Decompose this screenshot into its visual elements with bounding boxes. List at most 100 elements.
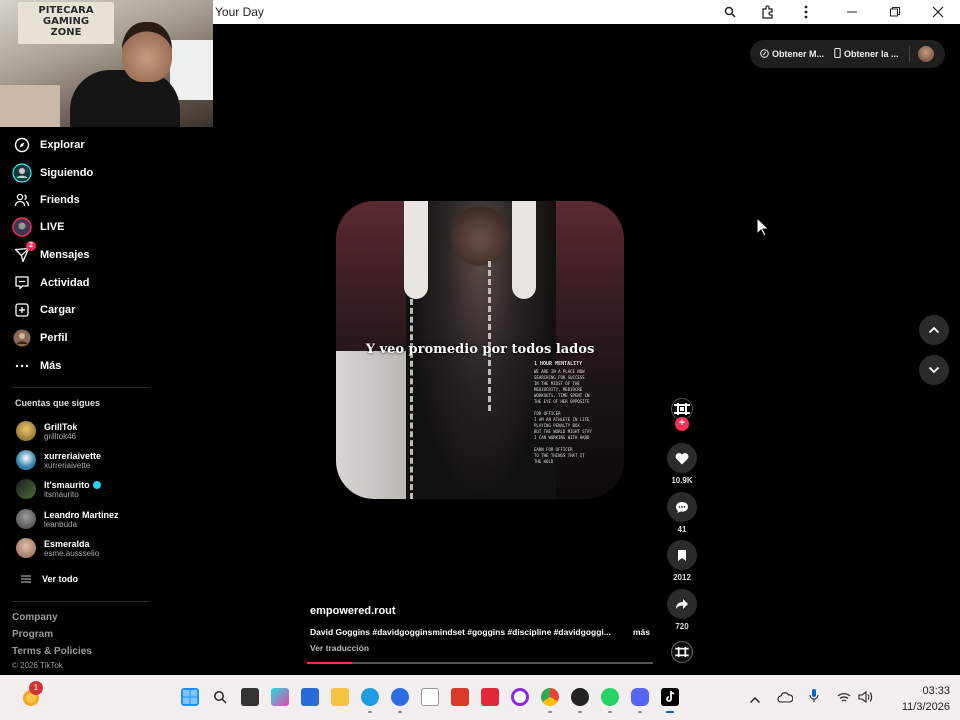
avatar bbox=[16, 509, 36, 529]
wps-icon[interactable] bbox=[481, 688, 499, 706]
store-icon[interactable] bbox=[301, 688, 319, 706]
restore-icon[interactable] bbox=[884, 2, 906, 22]
wifi-icon[interactable] bbox=[837, 690, 851, 708]
share-action[interactable]: 720 bbox=[667, 589, 697, 631]
verified-badge-icon bbox=[92, 480, 101, 489]
follow-button[interactable]: + bbox=[675, 417, 689, 431]
live-icon bbox=[12, 217, 32, 237]
video-poster-title: 1 HOUR MENTALITY bbox=[534, 361, 583, 367]
see-all-button[interactable]: Ver todo bbox=[16, 567, 78, 591]
followed-account[interactable]: xurreriaivette xurreriaivette bbox=[16, 448, 101, 472]
video-author[interactable]: empowered.rout bbox=[310, 605, 396, 617]
close-icon[interactable] bbox=[927, 2, 949, 22]
following-icon bbox=[12, 163, 32, 183]
microphone-icon[interactable] bbox=[809, 688, 819, 708]
more-button[interactable]: más bbox=[633, 627, 650, 637]
sidebar-item-mas[interactable]: Más bbox=[12, 355, 61, 377]
tiktok-icon[interactable] bbox=[661, 688, 679, 706]
chrome-icon[interactable] bbox=[541, 688, 559, 706]
video-caption: Y veo promedio por todos lados bbox=[365, 342, 595, 357]
notepad-icon[interactable] bbox=[421, 688, 439, 706]
sidebar-item-siguiendo[interactable]: Siguiendo bbox=[12, 162, 93, 184]
webcam-person bbox=[60, 22, 180, 127]
extensions-icon[interactable] bbox=[757, 2, 779, 22]
copyright: © 2026 TikTok bbox=[12, 661, 63, 670]
bookmark-icon[interactable] bbox=[667, 540, 697, 570]
sidebar-item-label: Perfil bbox=[40, 332, 68, 344]
list-icon bbox=[16, 575, 36, 583]
video-chain-right bbox=[488, 261, 498, 411]
sidebar-item-label: Explorar bbox=[40, 139, 85, 151]
webcam-overlay: PITECARA GAMING ZONE bbox=[0, 0, 213, 127]
get-app-button[interactable]: Obtener la ... bbox=[834, 48, 899, 60]
share-icon[interactable] bbox=[667, 589, 697, 619]
footer-link-terms[interactable]: Terms & Policies bbox=[12, 646, 92, 657]
zoom-app-icon[interactable] bbox=[391, 688, 409, 706]
account-name: xurreriaivette bbox=[44, 450, 102, 461]
sidebar-item-mensajes[interactable]: 2 Mensajes bbox=[12, 241, 90, 266]
search-icon[interactable] bbox=[211, 688, 229, 706]
video-poster-lines: WE ARE IN A PLACE NOW SEARCHING FOR SUCCE… bbox=[534, 369, 612, 465]
get-coins-button[interactable]: Obtener M... bbox=[760, 48, 825, 60]
start-icon[interactable] bbox=[181, 688, 199, 706]
app-red-icon[interactable] bbox=[451, 688, 469, 706]
video-description: David Goggins #davidgogginsmindset #gogg… bbox=[310, 627, 650, 637]
file-explorer-icon[interactable] bbox=[331, 688, 349, 706]
like-count: 10.9K bbox=[671, 476, 693, 485]
sidebar-item-cargar[interactable]: Cargar bbox=[12, 299, 75, 321]
footer-link-program[interactable]: Program bbox=[12, 629, 53, 640]
sound-disc-icon[interactable] bbox=[671, 641, 693, 663]
get-coins-label: Obtener M... bbox=[772, 49, 825, 59]
messages-badge: 2 bbox=[26, 241, 36, 251]
like-action[interactable]: 10.9K bbox=[667, 443, 697, 485]
followed-account[interactable]: It'smaurito itsmaurito bbox=[16, 477, 101, 501]
video-chain-left bbox=[410, 299, 420, 499]
coin-icon bbox=[760, 48, 769, 60]
sidebar-item-label: Friends bbox=[40, 194, 80, 206]
kebab-menu-icon[interactable] bbox=[795, 2, 817, 22]
sidebar-item-perfil[interactable]: Perfil bbox=[12, 327, 68, 349]
sidebar-item-explorar[interactable]: Explorar bbox=[12, 134, 85, 156]
followed-account[interactable]: Esmeralda esme.aussselio bbox=[16, 536, 99, 560]
sidebar-item-friends[interactable]: Friends bbox=[12, 189, 80, 211]
minimize-icon[interactable] bbox=[841, 2, 863, 22]
volume-icon[interactable] bbox=[858, 690, 873, 708]
video-description-text: David Goggins #davidgogginsmindset #gogg… bbox=[310, 627, 611, 637]
next-video-button[interactable] bbox=[919, 355, 949, 385]
comment-icon[interactable] bbox=[667, 492, 697, 522]
save-action[interactable]: 2012 bbox=[667, 540, 697, 582]
previous-video-button[interactable] bbox=[919, 315, 949, 345]
zoom-icon[interactable] bbox=[719, 2, 741, 22]
video-player[interactable]: Y veo promedio por todos lados 1 HOUR ME… bbox=[336, 201, 624, 499]
video-poster: 1 HOUR MENTALITY WE ARE IN A PLACE NOW SE… bbox=[534, 361, 612, 465]
edge-icon[interactable] bbox=[361, 688, 379, 706]
task-view-icon[interactable] bbox=[241, 688, 259, 706]
weather-widget-icon[interactable]: 1 bbox=[20, 681, 43, 708]
user-avatar[interactable] bbox=[917, 46, 934, 62]
sidebar-divider bbox=[12, 387, 150, 388]
copilot-icon[interactable] bbox=[271, 688, 289, 706]
whatsapp-icon[interactable] bbox=[601, 688, 619, 706]
followed-account[interactable]: Leandro Martinez leanbuda bbox=[16, 507, 119, 531]
chevron-up-icon[interactable] bbox=[749, 691, 761, 709]
app-circle-icon[interactable] bbox=[511, 688, 529, 706]
compass-icon bbox=[12, 135, 32, 155]
comment-action[interactable]: 41 bbox=[667, 492, 697, 534]
taskbar-running-indicator bbox=[368, 711, 372, 713]
footer-link-company[interactable]: Company bbox=[12, 612, 58, 623]
heart-icon[interactable] bbox=[667, 443, 697, 473]
translate-button[interactable]: Ver traducción bbox=[310, 643, 369, 653]
discord-icon[interactable] bbox=[631, 688, 649, 706]
video-progress-bar[interactable] bbox=[307, 662, 653, 664]
followed-account[interactable]: GrillTok grilltok46 bbox=[16, 419, 77, 443]
sidebar-item-live[interactable]: LIVE bbox=[12, 216, 64, 238]
obs-icon[interactable] bbox=[571, 688, 589, 706]
avatar bbox=[16, 450, 36, 470]
system-clock[interactable]: 03:33 11/3/2026 bbox=[880, 683, 950, 715]
sidebar-item-actividad[interactable]: Actividad bbox=[12, 272, 90, 294]
onedrive-icon[interactable] bbox=[777, 690, 794, 708]
more-icon bbox=[12, 356, 32, 376]
sidebar-divider bbox=[12, 601, 150, 602]
clock-time: 03:33 bbox=[922, 685, 950, 697]
taskbar-running-indicator bbox=[398, 711, 402, 713]
